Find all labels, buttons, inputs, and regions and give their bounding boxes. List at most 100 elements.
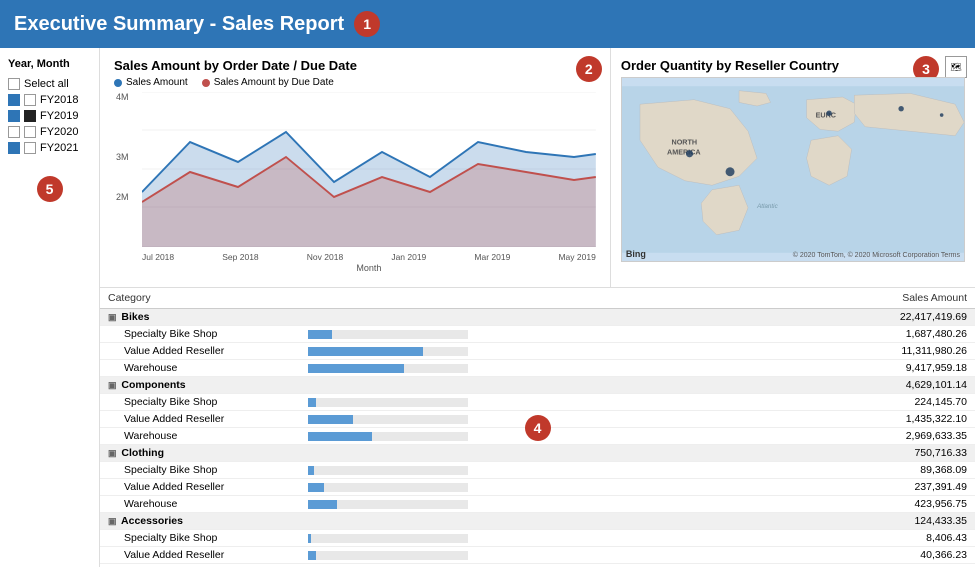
badge-2: 2	[576, 56, 602, 82]
badge-4: 4	[525, 415, 551, 441]
fy2021-label: FY2021	[40, 142, 79, 154]
sub-amount: 2,969,633.35	[500, 428, 975, 445]
sub-bar-cell	[300, 394, 500, 411]
x-label-jul: Jul 2018	[142, 252, 174, 262]
legend-dot-red	[202, 79, 210, 87]
fy2019-checkbox[interactable]	[8, 110, 20, 122]
sub-bar-cell	[300, 411, 500, 428]
table-row: Specialty Bike Shop 8,406.43	[100, 530, 975, 547]
sub-bar-cell	[300, 479, 500, 496]
sub-bar-cell	[300, 462, 500, 479]
map-area: NORTH AMERICA EURC	[621, 77, 965, 262]
col-bar	[300, 288, 500, 309]
table-row: ▣ Clothing 750,716.33	[100, 445, 975, 462]
fy2021-checkbox[interactable]	[8, 142, 20, 154]
sub-amount: 8,406.43	[500, 530, 975, 547]
sub-amount: 11,311,980.26	[500, 343, 975, 360]
table-header-row: Category Sales Amount	[100, 288, 975, 309]
table-row: Specialty Bike Shop 224,145.70	[100, 394, 975, 411]
bing-logo: Bing	[626, 249, 646, 259]
legend-label-1: Sales Amount	[126, 77, 188, 88]
sidebar-fy2019[interactable]: FY2019	[8, 108, 91, 124]
sidebar-title: Year, Month	[8, 58, 91, 70]
sub-amount: 89,368.09	[500, 462, 975, 479]
y-label-4m: 4M	[116, 92, 129, 102]
header: Executive Summary - Sales Report 1	[0, 0, 975, 48]
fy2018-checkbox[interactable]	[8, 94, 20, 106]
legend-dot-blue	[114, 79, 122, 87]
expand-icon[interactable]: ▣	[108, 380, 117, 390]
line-chart-title: Sales Amount by Order Date / Due Date	[114, 58, 596, 73]
x-label-nov: Nov 2018	[307, 252, 343, 262]
legend-label-2: Sales Amount by Due Date	[214, 77, 334, 88]
sub-category-name: Value Added Reseller	[100, 479, 300, 496]
col-amount: Sales Amount	[500, 288, 975, 309]
expand-icon[interactable]: ▣	[108, 448, 117, 458]
select-all-label: Select all	[24, 78, 69, 90]
map-container: Order Quantity by Reseller Country 3 🗺 N…	[611, 48, 975, 287]
category-total: 22,417,419.69	[500, 309, 975, 326]
sidebar-fy2018[interactable]: FY2018	[8, 92, 91, 108]
sub-category-name: Specialty Bike Shop	[100, 394, 300, 411]
sub-amount: 75,660.69	[500, 564, 975, 567]
sub-bar-cell	[300, 564, 500, 567]
chart-legend: Sales Amount Sales Amount by Due Date	[114, 77, 596, 88]
category-total: 124,433.35	[500, 513, 975, 530]
right-section: Sales Amount by Order Date / Due Date Sa…	[100, 48, 975, 567]
main-content: Year, Month Select all FY2018 FY2019 FY2…	[0, 48, 975, 567]
fy2020-label: FY2020	[40, 126, 79, 138]
svg-text:NORTH: NORTH	[671, 138, 697, 147]
y-label-3m: 3M	[116, 152, 129, 162]
sidebar-select-all[interactable]: Select all	[8, 76, 91, 92]
sub-bar-cell	[300, 360, 500, 377]
sub-category-name: Warehouse	[100, 360, 300, 377]
select-all-checkbox[interactable]	[8, 78, 20, 90]
sub-category-name: Warehouse	[100, 496, 300, 513]
sidebar-fy2021[interactable]: FY2021	[8, 140, 91, 156]
fy2018-swatch	[24, 94, 36, 106]
sub-category-name: Specialty Bike Shop	[100, 462, 300, 479]
sub-bar-cell	[300, 496, 500, 513]
table-row: ▣ Components 4,629,101.14	[100, 377, 975, 394]
svg-text:AMERICA: AMERICA	[667, 148, 701, 157]
charts-row: Sales Amount by Order Date / Due Date Sa…	[100, 48, 975, 288]
sub-amount: 1,687,480.26	[500, 326, 975, 343]
expand-icon[interactable]: ▣	[108, 312, 117, 322]
svg-text:Atlantic: Atlantic	[756, 203, 779, 210]
sub-amount: 1,435,322.10	[500, 411, 975, 428]
sub-category-name: Warehouse	[100, 564, 300, 567]
sub-category-name: Warehouse	[100, 428, 300, 445]
x-label-jan: Jan 2019	[391, 252, 426, 262]
sub-category-name: Value Added Reseller	[100, 411, 300, 428]
table-row: Warehouse 9,417,959.18	[100, 360, 975, 377]
sub-amount: 224,145.70	[500, 394, 975, 411]
sub-bar-cell	[300, 530, 500, 547]
badge-1: 1	[354, 11, 380, 37]
sub-bar-cell	[300, 428, 500, 445]
x-axis-labels: Jul 2018 Sep 2018 Nov 2018 Jan 2019 Mar …	[142, 252, 596, 262]
table-row: Value Added Reseller 11,311,980.26	[100, 343, 975, 360]
sub-amount: 237,391.49	[500, 479, 975, 496]
sidebar-fy2020[interactable]: FY2020	[8, 124, 91, 140]
sub-bar-cell	[300, 326, 500, 343]
expand-icon[interactable]: ▣	[108, 516, 117, 526]
sub-category-name: Specialty Bike Shop	[100, 530, 300, 547]
sub-amount: 40,366.23	[500, 547, 975, 564]
fy2019-label: FY2019	[40, 110, 79, 122]
legend-sales-amount: Sales Amount	[114, 77, 188, 88]
map-view-icon[interactable]: 🗺	[945, 56, 967, 78]
category-name: ▣ Components	[100, 377, 300, 394]
x-label-sep: Sep 2018	[222, 252, 258, 262]
sub-category-name: Value Added Reseller	[100, 547, 300, 564]
fy2020-checkbox[interactable]	[8, 126, 20, 138]
table-row: Warehouse 423,956.75	[100, 496, 975, 513]
svg-text:EURC: EURC	[815, 111, 835, 120]
table-container[interactable]: 4 Category Sales Amount ▣ Bikes 22,417,4…	[100, 288, 975, 567]
category-name: ▣ Accessories	[100, 513, 300, 530]
fy2020-swatch	[24, 126, 36, 138]
fy2018-label: FY2018	[40, 94, 79, 106]
fy2021-swatch	[24, 142, 36, 154]
table-row: ▣ Bikes 22,417,419.69	[100, 309, 975, 326]
sub-bar-cell	[300, 547, 500, 564]
line-chart-svg	[142, 92, 596, 247]
